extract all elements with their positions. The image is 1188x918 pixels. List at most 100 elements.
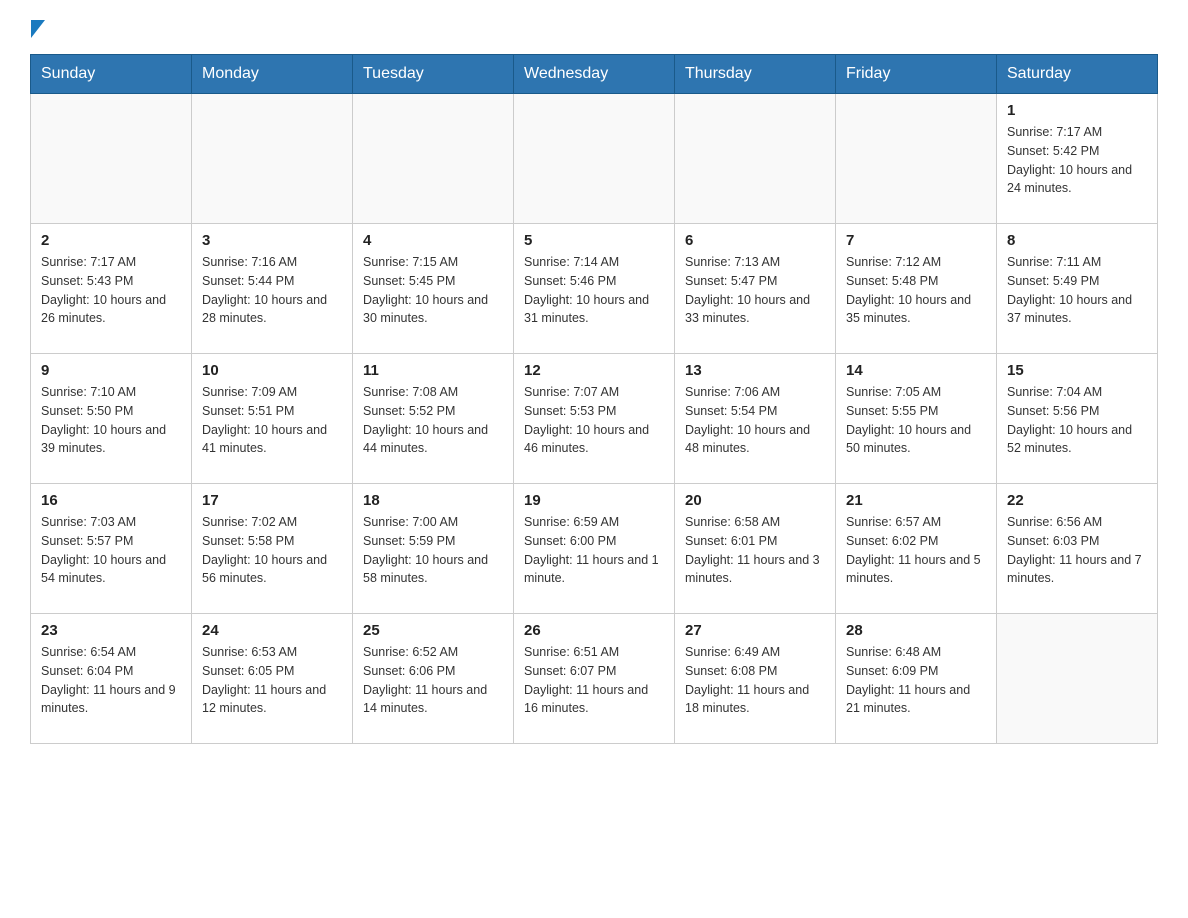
calendar-week-row: 9 Sunrise: 7:10 AMSunset: 5:50 PMDaylight… xyxy=(31,354,1158,484)
weekday-header-saturday: Saturday xyxy=(997,55,1158,94)
logo xyxy=(30,20,45,38)
calendar-week-row: 1 Sunrise: 7:17 AMSunset: 5:42 PMDaylight… xyxy=(31,94,1158,224)
day-sun-info: Sunrise: 7:00 AMSunset: 5:59 PMDaylight:… xyxy=(363,513,503,588)
calendar-cell: 20 Sunrise: 6:58 AMSunset: 6:01 PMDayligh… xyxy=(675,484,836,614)
calendar-cell: 3 Sunrise: 7:16 AMSunset: 5:44 PMDaylight… xyxy=(192,224,353,354)
calendar-cell: 14 Sunrise: 7:05 AMSunset: 5:55 PMDayligh… xyxy=(836,354,997,484)
day-number: 7 xyxy=(846,232,986,249)
day-number: 13 xyxy=(685,362,825,379)
calendar-cell xyxy=(836,94,997,224)
day-number: 28 xyxy=(846,622,986,639)
day-number: 17 xyxy=(202,492,342,509)
calendar-table: SundayMondayTuesdayWednesdayThursdayFrid… xyxy=(30,54,1158,744)
calendar-cell: 11 Sunrise: 7:08 AMSunset: 5:52 PMDayligh… xyxy=(353,354,514,484)
day-sun-info: Sunrise: 7:11 AMSunset: 5:49 PMDaylight:… xyxy=(1007,253,1147,328)
day-sun-info: Sunrise: 7:02 AMSunset: 5:58 PMDaylight:… xyxy=(202,513,342,588)
calendar-cell: 7 Sunrise: 7:12 AMSunset: 5:48 PMDaylight… xyxy=(836,224,997,354)
day-sun-info: Sunrise: 6:49 AMSunset: 6:08 PMDaylight:… xyxy=(685,643,825,718)
calendar-cell: 25 Sunrise: 6:52 AMSunset: 6:06 PMDayligh… xyxy=(353,614,514,744)
calendar-cell: 13 Sunrise: 7:06 AMSunset: 5:54 PMDayligh… xyxy=(675,354,836,484)
calendar-cell: 16 Sunrise: 7:03 AMSunset: 5:57 PMDayligh… xyxy=(31,484,192,614)
calendar-cell: 2Sunrise: 7:17 AMSunset: 5:43 PMDaylight… xyxy=(31,224,192,354)
weekday-header-friday: Friday xyxy=(836,55,997,94)
day-sun-info: Sunrise: 7:12 AMSunset: 5:48 PMDaylight:… xyxy=(846,253,986,328)
day-sun-info: Sunrise: 7:16 AMSunset: 5:44 PMDaylight:… xyxy=(202,253,342,328)
weekday-header-thursday: Thursday xyxy=(675,55,836,94)
calendar-cell: 1 Sunrise: 7:17 AMSunset: 5:42 PMDaylight… xyxy=(997,94,1158,224)
calendar-cell: 9 Sunrise: 7:10 AMSunset: 5:50 PMDaylight… xyxy=(31,354,192,484)
logo-triangle-icon xyxy=(31,20,45,38)
day-sun-info: Sunrise: 7:14 AMSunset: 5:46 PMDaylight:… xyxy=(524,253,664,328)
calendar-header-row: SundayMondayTuesdayWednesdayThursdayFrid… xyxy=(31,55,1158,94)
calendar-cell xyxy=(675,94,836,224)
day-number: 8 xyxy=(1007,232,1147,249)
calendar-cell xyxy=(192,94,353,224)
day-number: 27 xyxy=(685,622,825,639)
calendar-cell: 19 Sunrise: 6:59 AMSunset: 6:00 PMDayligh… xyxy=(514,484,675,614)
calendar-cell xyxy=(353,94,514,224)
day-sun-info: Sunrise: 7:06 AMSunset: 5:54 PMDaylight:… xyxy=(685,383,825,458)
calendar-cell: 17 Sunrise: 7:02 AMSunset: 5:58 PMDayligh… xyxy=(192,484,353,614)
day-sun-info: Sunrise: 7:09 AMSunset: 5:51 PMDaylight:… xyxy=(202,383,342,458)
day-number: 9 xyxy=(41,362,181,379)
calendar-cell: 10 Sunrise: 7:09 AMSunset: 5:51 PMDayligh… xyxy=(192,354,353,484)
day-sun-info: Sunrise: 6:58 AMSunset: 6:01 PMDaylight:… xyxy=(685,513,825,588)
day-sun-info: Sunrise: 7:03 AMSunset: 5:57 PMDaylight:… xyxy=(41,513,181,588)
day-number: 22 xyxy=(1007,492,1147,509)
day-sun-info: Sunrise: 7:17 AMSunset: 5:42 PMDaylight:… xyxy=(1007,123,1147,198)
day-sun-info: Sunrise: 7:15 AMSunset: 5:45 PMDaylight:… xyxy=(363,253,503,328)
day-sun-info: Sunrise: 6:53 AMSunset: 6:05 PMDaylight:… xyxy=(202,643,342,718)
calendar-cell: 23 Sunrise: 6:54 AMSunset: 6:04 PMDayligh… xyxy=(31,614,192,744)
page-header xyxy=(30,20,1158,38)
day-number: 10 xyxy=(202,362,342,379)
calendar-cell: 18 Sunrise: 7:00 AMSunset: 5:59 PMDayligh… xyxy=(353,484,514,614)
weekday-header-wednesday: Wednesday xyxy=(514,55,675,94)
weekday-header-sunday: Sunday xyxy=(31,55,192,94)
day-sun-info: Sunrise: 6:48 AMSunset: 6:09 PMDaylight:… xyxy=(846,643,986,718)
day-number: 25 xyxy=(363,622,503,639)
day-number: 14 xyxy=(846,362,986,379)
day-sun-info: Sunrise: 6:54 AMSunset: 6:04 PMDaylight:… xyxy=(41,643,181,718)
day-number: 11 xyxy=(363,362,503,379)
calendar-cell: 26 Sunrise: 6:51 AMSunset: 6:07 PMDayligh… xyxy=(514,614,675,744)
calendar-cell: 6 Sunrise: 7:13 AMSunset: 5:47 PMDaylight… xyxy=(675,224,836,354)
day-sun-info: Sunrise: 6:52 AMSunset: 6:06 PMDaylight:… xyxy=(363,643,503,718)
calendar-cell: 5Sunrise: 7:14 AMSunset: 5:46 PMDaylight… xyxy=(514,224,675,354)
day-number: 19 xyxy=(524,492,664,509)
day-number: 15 xyxy=(1007,362,1147,379)
day-number: 1 xyxy=(1007,102,1147,119)
day-sun-info: Sunrise: 6:51 AMSunset: 6:07 PMDaylight:… xyxy=(524,643,664,718)
day-sun-info: Sunrise: 7:10 AMSunset: 5:50 PMDaylight:… xyxy=(41,383,181,458)
calendar-week-row: 2Sunrise: 7:17 AMSunset: 5:43 PMDaylight… xyxy=(31,224,1158,354)
calendar-cell xyxy=(514,94,675,224)
day-sun-info: Sunrise: 6:57 AMSunset: 6:02 PMDaylight:… xyxy=(846,513,986,588)
day-number: 12 xyxy=(524,362,664,379)
day-number: 4 xyxy=(363,232,503,249)
day-number: 2 xyxy=(41,232,181,249)
calendar-week-row: 16 Sunrise: 7:03 AMSunset: 5:57 PMDayligh… xyxy=(31,484,1158,614)
day-number: 16 xyxy=(41,492,181,509)
calendar-cell: 15 Sunrise: 7:04 AMSunset: 5:56 PMDayligh… xyxy=(997,354,1158,484)
calendar-cell: 24Sunrise: 6:53 AMSunset: 6:05 PMDayligh… xyxy=(192,614,353,744)
calendar-cell: 4 Sunrise: 7:15 AMSunset: 5:45 PMDaylight… xyxy=(353,224,514,354)
calendar-cell xyxy=(31,94,192,224)
day-sun-info: Sunrise: 7:04 AMSunset: 5:56 PMDaylight:… xyxy=(1007,383,1147,458)
day-sun-info: Sunrise: 6:56 AMSunset: 6:03 PMDaylight:… xyxy=(1007,513,1147,588)
calendar-cell: 12Sunrise: 7:07 AMSunset: 5:53 PMDayligh… xyxy=(514,354,675,484)
day-number: 21 xyxy=(846,492,986,509)
day-number: 26 xyxy=(524,622,664,639)
day-sun-info: Sunrise: 7:13 AMSunset: 5:47 PMDaylight:… xyxy=(685,253,825,328)
calendar-cell: 28 Sunrise: 6:48 AMSunset: 6:09 PMDayligh… xyxy=(836,614,997,744)
calendar-cell: 27 Sunrise: 6:49 AMSunset: 6:08 PMDayligh… xyxy=(675,614,836,744)
day-number: 3 xyxy=(202,232,342,249)
day-number: 23 xyxy=(41,622,181,639)
weekday-header-monday: Monday xyxy=(192,55,353,94)
day-sun-info: Sunrise: 7:08 AMSunset: 5:52 PMDaylight:… xyxy=(363,383,503,458)
calendar-cell: 21 Sunrise: 6:57 AMSunset: 6:02 PMDayligh… xyxy=(836,484,997,614)
day-number: 6 xyxy=(685,232,825,249)
day-number: 18 xyxy=(363,492,503,509)
calendar-cell: 22 Sunrise: 6:56 AMSunset: 6:03 PMDayligh… xyxy=(997,484,1158,614)
day-sun-info: Sunrise: 6:59 AMSunset: 6:00 PMDaylight:… xyxy=(524,513,664,588)
day-number: 20 xyxy=(685,492,825,509)
day-sun-info: Sunrise: 7:05 AMSunset: 5:55 PMDaylight:… xyxy=(846,383,986,458)
